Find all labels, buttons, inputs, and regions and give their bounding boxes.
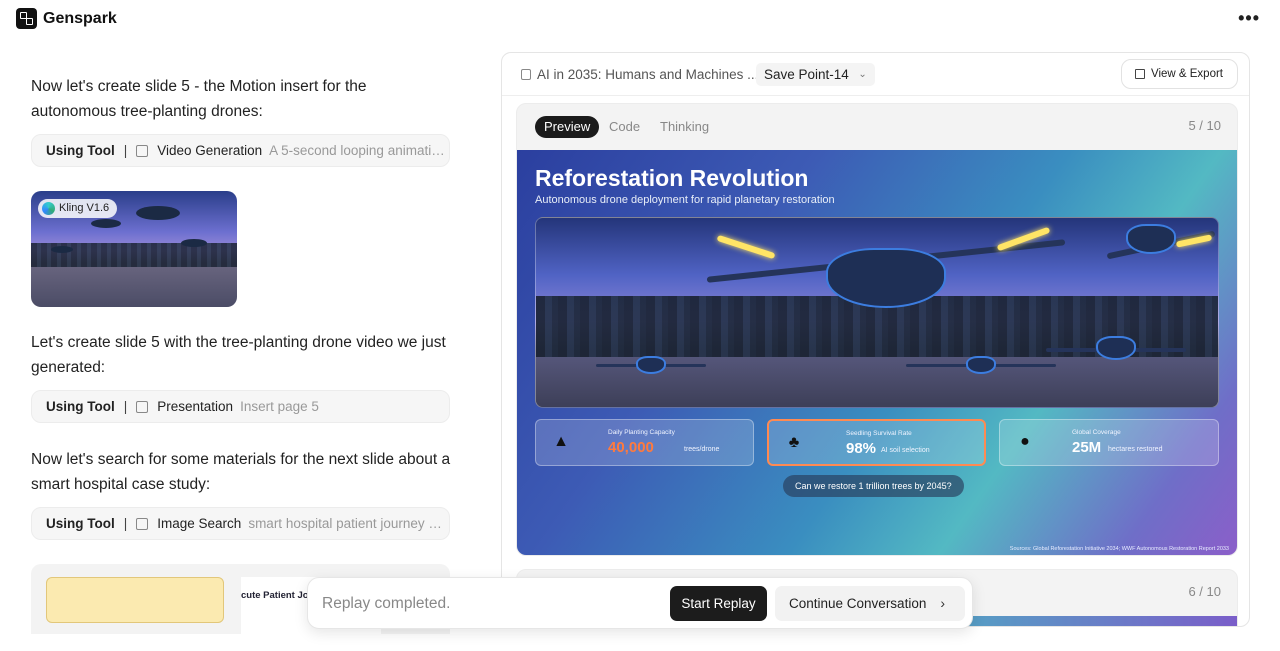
- drone-body: [966, 356, 996, 374]
- slide-card-5: Preview Code Thinking 5 / 10 Reforestati…: [516, 103, 1238, 556]
- stat-label: Daily Planting Capacity: [608, 429, 675, 436]
- stat-unit: AI soil selection: [881, 447, 930, 454]
- more-options-icon[interactable]: •••: [1238, 8, 1260, 29]
- slide-sources: Sources: Global Reforestation Initiative…: [1009, 546, 1229, 552]
- tool-call-presentation[interactable]: Using Tool | Presentation Insert page 5: [31, 390, 450, 423]
- save-point-dropdown[interactable]: Save Point-14 ⌄: [756, 63, 875, 86]
- stat-card-survival-rate: ♣ Seedling Survival Rate 98% AI soil sel…: [767, 419, 986, 466]
- chat-message-3: Now let's search for some materials for …: [31, 451, 451, 493]
- drone-large: [706, 226, 1066, 338]
- drone-body: [1096, 336, 1136, 360]
- slides-panel: AI in 2035: Humans and Machines ... Save…: [501, 52, 1250, 627]
- tab-preview[interactable]: Preview: [535, 116, 600, 138]
- tool-name: Image Search: [157, 516, 242, 531]
- tab-code[interactable]: Code: [609, 116, 640, 138]
- separator: |: [123, 516, 128, 531]
- tab-thinking[interactable]: Thinking: [660, 116, 709, 138]
- tree-icon: ▲: [553, 433, 569, 450]
- stat-value: 98%: [846, 440, 877, 457]
- drone-shape: [91, 219, 121, 228]
- model-badge: Kling V1.6: [38, 199, 118, 218]
- start-replay-button[interactable]: Start Replay: [670, 586, 767, 621]
- tool-name: Presentation: [157, 399, 234, 414]
- external-link-icon: [1134, 69, 1145, 79]
- drone-small: [1046, 328, 1186, 378]
- drone-shape: [51, 246, 73, 253]
- drone-light: [716, 234, 776, 260]
- continue-conversation-button[interactable]: Continue Conversation ›: [775, 586, 965, 621]
- image-result-1[interactable]: [46, 577, 224, 623]
- replay-bar: Replay completed. Start Replay Continue …: [307, 577, 973, 629]
- sprout-icon: ♣: [788, 434, 800, 451]
- tool-call-label: Using Tool: [46, 143, 115, 158]
- chat-message-2: Let's create slide 5 with the tree-plant…: [31, 334, 446, 376]
- image-search-icon: [136, 517, 149, 530]
- page-indicator: 6 / 10: [1188, 584, 1221, 599]
- tool-description: A 5-second looping animation o...: [269, 143, 449, 158]
- drone-body: [1126, 224, 1176, 254]
- tool-name: Video Generation: [157, 143, 263, 158]
- drone-shape: [181, 239, 207, 247]
- video-edit-icon: [136, 144, 149, 157]
- genspark-logo-icon[interactable]: [16, 8, 37, 29]
- continue-conversation-label: Continue Conversation: [789, 596, 927, 611]
- stat-unit: hectares restored: [1108, 446, 1163, 453]
- document-icon: [521, 69, 531, 80]
- separator: |: [123, 399, 128, 414]
- stat-label: Global Coverage: [1072, 429, 1121, 436]
- drone-shape: [136, 206, 180, 220]
- panel-header: AI in 2035: Humans and Machines ... Save…: [502, 53, 1249, 96]
- chat-message-1: Now let's create slide 5 - the Motion in…: [31, 78, 367, 120]
- brand-name[interactable]: Genspark: [43, 10, 117, 28]
- slide-subtitle: Autonomous drone deployment for rapid pl…: [535, 194, 835, 206]
- tool-call-label: Using Tool: [46, 399, 115, 414]
- replay-status: Replay completed.: [322, 595, 451, 612]
- tool-call-label: Using Tool: [46, 516, 115, 531]
- stat-card-planting-capacity: ▲ Daily Planting Capacity 40,000 trees/d…: [535, 419, 754, 466]
- tool-description: smart hospital patient journey diagr...: [248, 516, 449, 531]
- tool-description: Insert page 5: [240, 399, 319, 414]
- top-bar: Genspark •••: [0, 0, 1280, 40]
- stat-card-global-coverage: ● Global Coverage 25M hectares restored: [999, 419, 1219, 466]
- chevron-down-icon: ⌄: [858, 69, 867, 80]
- chevron-right-icon: ›: [940, 595, 945, 611]
- drone-video[interactable]: [535, 217, 1219, 408]
- image-result-2-text: cute Patient Jo: [241, 590, 309, 601]
- drone-top-right: [1106, 218, 1216, 274]
- view-export-button[interactable]: View & Export: [1120, 59, 1238, 89]
- stat-value: 40,000: [608, 439, 654, 456]
- save-point-label: Save Point-14: [764, 67, 849, 82]
- question-pill: Can we restore 1 trillion trees by 2045?: [783, 475, 964, 497]
- presentation-icon: [136, 400, 149, 413]
- slide-preview: Reforestation Revolution Autonomous dron…: [517, 150, 1237, 555]
- slide-title: Reforestation Revolution: [535, 165, 809, 191]
- stat-unit: trees/drone: [684, 446, 720, 453]
- globe-icon: ●: [1020, 433, 1030, 450]
- document-title[interactable]: AI in 2035: Humans and Machines ...: [537, 67, 758, 82]
- tool-call-image-search[interactable]: Using Tool | Image Search smart hospital…: [31, 507, 450, 540]
- drone-body: [636, 356, 666, 374]
- separator: |: [123, 143, 128, 158]
- stat-value: 25M: [1072, 439, 1102, 456]
- drone-small: [596, 348, 706, 388]
- tool-call-video-generation[interactable]: Using Tool | Video Generation A 5-second…: [31, 134, 450, 167]
- generated-video-thumbnail[interactable]: Kling V1.6: [31, 191, 237, 307]
- stat-label: Seedling Survival Rate: [846, 430, 912, 437]
- page-indicator: 5 / 10: [1188, 118, 1221, 133]
- drone-small: [906, 348, 1056, 388]
- drone-body: [826, 248, 946, 308]
- view-export-label: View & Export: [1150, 68, 1223, 80]
